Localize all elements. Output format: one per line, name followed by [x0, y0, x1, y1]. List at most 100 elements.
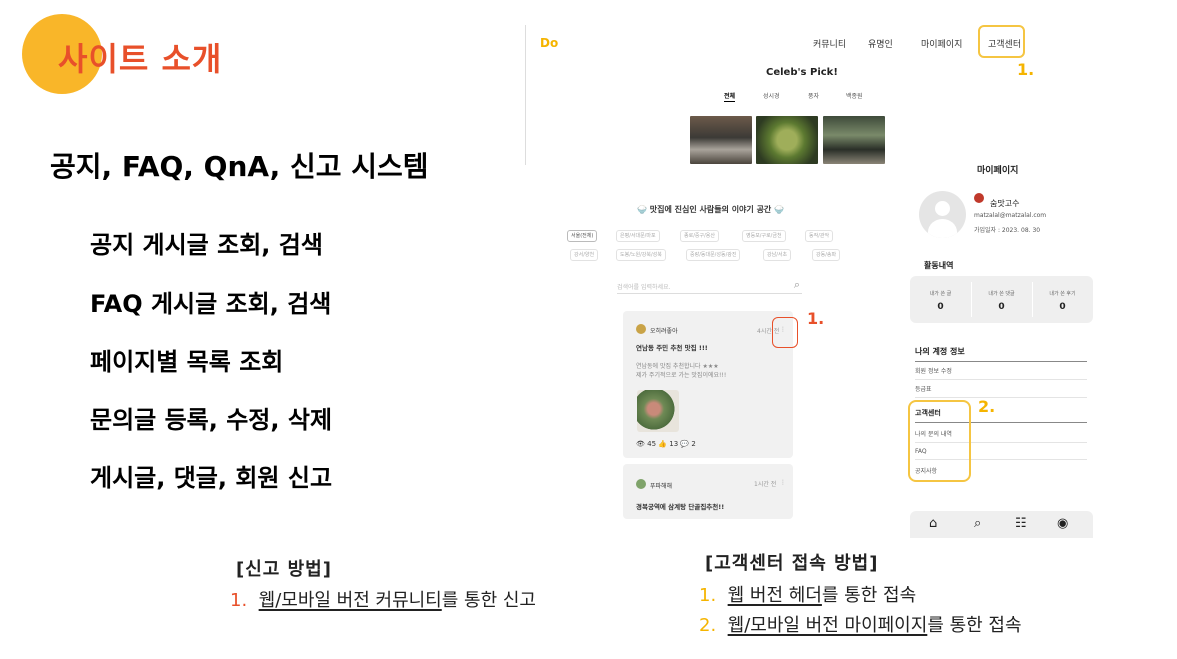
region-chip[interactable]: 중랑/동대문/성동/광진	[686, 249, 741, 261]
stat-reviews[interactable]: 내가 쓴 후기 0	[1032, 276, 1093, 323]
support-caption-item: 2. 웹/모바일 버전 마이페이지를 통한 접속	[699, 611, 1022, 637]
support-item-rest: 를 통한 접속	[927, 615, 1022, 636]
nav-mypage[interactable]: 마이페이지	[921, 37, 962, 50]
support-item-underlined: 웹/모바일 버전 마이페이지	[727, 615, 928, 636]
tab-baek-jong-won[interactable]: 백종원	[846, 91, 863, 100]
profile-avatar[interactable]	[919, 191, 966, 238]
market-photo[interactable]	[823, 116, 885, 164]
community-title: 🍚 맛집에 진심인 사람들의 이야기 공간 🍚	[637, 205, 785, 214]
post-card[interactable]: 푸파해해 1시간 전 ⋮ 경복궁역에 삼계탕 단골집추천!!	[623, 464, 793, 519]
stat-value: 0	[937, 302, 944, 312]
post-author: 오히려좋아	[650, 328, 678, 335]
support-caption-heading: [고객센터 접속 방법]	[705, 553, 879, 574]
mypage-title: 마이페이지	[977, 166, 1019, 176]
stat-value: 0	[1059, 302, 1066, 312]
support-section-highlight	[908, 400, 971, 482]
views-count: 45	[647, 440, 657, 448]
region-chip[interactable]: 동작/관악	[805, 230, 834, 242]
logo-main: D	[540, 36, 550, 50]
tab-sung-si-kyung[interactable]: 성시경	[763, 91, 780, 100]
callout-number: 1.	[1017, 60, 1035, 79]
region-chip[interactable]: 서울(전체)	[567, 230, 598, 242]
feature-item: FAQ 게시글 조회, 검색	[90, 290, 332, 318]
feature-item: 공지 게시글 조회, 검색	[90, 231, 323, 259]
support-nav-highlight	[978, 25, 1025, 58]
region-chip[interactable]: 강서/양천	[570, 249, 599, 261]
region-chip[interactable]: 영등포/구로/금천	[742, 230, 786, 242]
nav-celebrity[interactable]: 유명인	[868, 37, 893, 50]
post-author: 푸파해해	[650, 483, 673, 490]
post-body: 연남동에 맛집 추천합니다 ★★★	[636, 363, 719, 370]
like-icon[interactable]: 👍	[658, 440, 667, 448]
profile-nickname: 숨맛고수	[990, 199, 1020, 208]
stat-label: 내가 쓴 댓글	[988, 291, 1015, 297]
community-icon[interactable]: ☷	[1015, 516, 1027, 531]
profile-icon[interactable]: ◉	[1057, 516, 1068, 531]
report-item-rest: 를 통한 신고	[441, 590, 536, 611]
views-icon: 👁	[636, 440, 645, 448]
support-item-number: 2.	[699, 615, 717, 636]
feature-item: 페이지별 목록 조회	[90, 348, 284, 376]
post-body: 제가 주기적으로 가는 맛집이에요!!!	[636, 372, 727, 379]
stat-label: 내가 쓴 글	[929, 291, 952, 297]
callout-number: 1.	[807, 309, 825, 328]
avatar-head	[935, 201, 950, 216]
region-chip[interactable]: 종로/중구/용산	[680, 230, 719, 242]
site-logo[interactable]: Do	[540, 36, 558, 50]
post-title: 경복궁역에 삼계탕 단골집추천!!	[636, 503, 725, 511]
stat-posts[interactable]: 내가 쓴 글 0	[910, 276, 971, 323]
activity-stats: 내가 쓴 글 0 내가 쓴 댓글 0 내가 쓴 후기 0	[910, 276, 1093, 323]
report-caption: [신고 방법] 1. 웹/모바일 버전 커뮤니티를 통한 신고	[230, 555, 536, 612]
account-row-edit-profile[interactable]: 회원 정보 수정	[915, 366, 1087, 380]
feature-item: 문의글 등록, 수정, 삭제	[90, 406, 333, 434]
region-chip[interactable]: 도봉/노원/강북/성북	[616, 249, 666, 261]
support-caption: [고객센터 접속 방법] 1. 웹 버전 헤더를 통한 접속 2. 웹/모바일 …	[699, 549, 1022, 637]
support-item-underlined: 웹 버전 헤더	[727, 585, 822, 606]
likes-count: 13	[669, 440, 679, 448]
search-placeholder: 검색어를 입력하세요.	[617, 284, 671, 291]
account-heading: 나의 계정 정보	[915, 346, 1087, 362]
post-time: 1시간 전	[754, 481, 777, 488]
post-card[interactable]: 오히려좋아 4시간 전 ⋮ 연남동 주민 추천 맛집 !!! 연남동에 맛집 추…	[623, 311, 793, 458]
profile-email: matzalal@matzalal.com	[974, 212, 1047, 219]
region-chip[interactable]: 은평/서대문/마포	[616, 230, 660, 242]
nav-community[interactable]: 커뮤니티	[813, 37, 846, 50]
comments-count: 2	[691, 440, 696, 448]
stat-label: 내가 쓴 후기	[1049, 291, 1076, 297]
search-icon[interactable]: ⌕	[974, 516, 981, 531]
search-icon[interactable]: ⌕	[794, 278, 800, 292]
region-chip[interactable]: 강남/서초	[763, 249, 792, 261]
comment-icon[interactable]: 💬	[680, 440, 689, 448]
support-item-number: 1.	[699, 585, 717, 606]
tab-pungja[interactable]: 풍자	[808, 91, 819, 100]
celeb-pick-title: Celeb's Pick!	[766, 67, 838, 78]
nickname-badge-icon	[974, 193, 984, 203]
home-icon[interactable]: ⌂	[929, 516, 937, 531]
callout-number: 2.	[978, 397, 996, 416]
restaurant-photo[interactable]	[690, 116, 752, 164]
report-caption-heading: [신고 방법]	[236, 559, 332, 580]
report-item-number: 1.	[230, 590, 248, 611]
avatar-body	[928, 219, 957, 238]
author-avatar	[636, 324, 646, 334]
mobile-bottom-nav: ⌂ ⌕ ☷ ◉	[910, 511, 1093, 538]
report-item-underlined: 웹/모바일 버전 커뮤니티	[258, 590, 442, 611]
post-food-image[interactable]	[637, 390, 679, 432]
post-title: 연남동 주민 추천 맛집 !!!	[636, 344, 708, 352]
region-chip[interactable]: 강동/송파	[812, 249, 841, 261]
community-search-input[interactable]: 검색어를 입력하세요. ⌕	[617, 278, 802, 294]
report-menu-highlight	[772, 317, 798, 348]
slide-subtitle: 공지, FAQ, QnA, 신고 시스템	[50, 150, 429, 183]
logo-accent: o	[549, 36, 559, 50]
post-stats: 👁 45 👍 13 💬 2	[636, 440, 696, 448]
account-row-grade-table[interactable]: 등급표	[915, 384, 1087, 398]
stat-value: 0	[998, 302, 1005, 312]
more-menu-icon[interactable]: ⋮	[780, 479, 786, 486]
screenshot-divider	[525, 25, 526, 165]
stat-comments[interactable]: 내가 쓴 댓글 0	[971, 276, 1032, 323]
tab-all[interactable]: 전체	[724, 91, 736, 102]
feature-item: 게시글, 댓글, 회원 신고	[90, 464, 333, 492]
food-photo[interactable]	[756, 116, 818, 164]
support-item-rest: 를 통한 접속	[821, 585, 917, 606]
profile-joined-date: 가입일자 : 2023. 08. 30	[974, 227, 1041, 234]
